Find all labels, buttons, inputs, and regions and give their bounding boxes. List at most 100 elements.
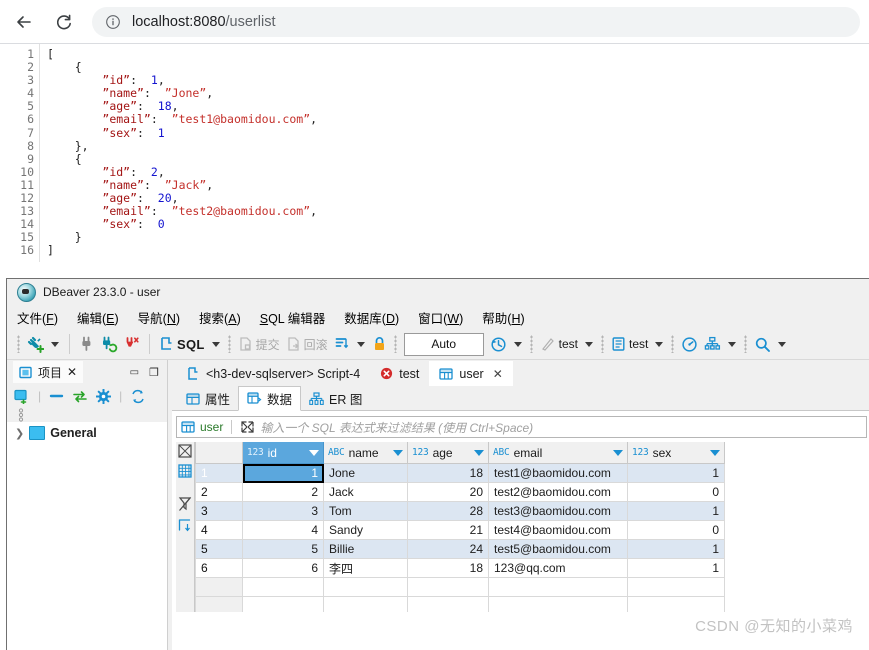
url-text[interactable]: localhost:8080/userlist — [132, 14, 275, 30]
toolbar-grip-5[interactable] — [601, 335, 604, 353]
connection-caret-icon[interactable] — [585, 341, 593, 347]
menu-item[interactable]: 搜索(A) — [199, 308, 241, 327]
collapse-all-icon[interactable] — [49, 390, 64, 402]
table-row[interactable]: 4 4 Sandy 21 test4@baomidou.com 0 — [195, 520, 725, 540]
link-editor-icon[interactable] — [72, 390, 88, 403]
column-header-sex[interactable]: 123 sex — [627, 442, 725, 464]
column-header-email[interactable]: ABC email — [488, 442, 628, 464]
transaction-mode-button[interactable] — [331, 333, 353, 355]
cell-id[interactable]: 1 — [242, 463, 324, 483]
cell-email[interactable]: test1@baomidou.com — [488, 463, 628, 483]
active-connection-selector[interactable]: test — [537, 333, 581, 355]
chevron-right-icon[interactable]: ❯ — [15, 427, 24, 440]
address-bar[interactable]: localhost:8080/userlist — [92, 6, 860, 37]
reconnect-button[interactable] — [98, 333, 121, 355]
menu-item[interactable]: 窗口(W) — [418, 308, 463, 327]
cell-age[interactable]: 20 — [407, 482, 489, 502]
sql-editor-button[interactable]: SQL — [156, 333, 208, 355]
chevron-down-icon[interactable] — [474, 449, 484, 456]
cell-age[interactable]: 18 — [407, 463, 489, 483]
cell-email[interactable]: test4@baomidou.com — [488, 520, 628, 540]
query-history-button[interactable] — [487, 333, 510, 355]
menu-item[interactable]: SQL 编辑器 — [260, 308, 326, 327]
transaction-lock-button[interactable] — [369, 333, 390, 355]
menu-item[interactable]: 数据库(D) — [344, 308, 399, 327]
filter-bar[interactable]: user 输入一个 SQL 表达式来过滤结果 (使用 Ctrl+Space) — [176, 416, 867, 438]
cell-sex[interactable]: 1 — [627, 558, 725, 578]
schema-caret-icon[interactable] — [728, 341, 737, 347]
expand-icon[interactable] — [240, 420, 255, 434]
filter-off-icon[interactable] — [178, 496, 192, 512]
record-presentation-icon[interactable] — [178, 464, 192, 478]
cell-id[interactable]: 6 — [242, 558, 324, 578]
filter-input[interactable]: 输入一个 SQL 表达式来过滤结果 (使用 Ctrl+Space) — [260, 419, 533, 436]
back-button[interactable] — [8, 6, 40, 38]
row-number[interactable]: 2 — [195, 482, 243, 502]
tab-projects[interactable]: 项目 ✕ — [13, 361, 84, 383]
chevron-down-icon[interactable] — [710, 449, 720, 456]
new-project-icon[interactable] — [14, 389, 30, 404]
cell-id[interactable]: 3 — [242, 501, 324, 521]
close-icon[interactable]: ✕ — [67, 365, 77, 379]
new-connection-button[interactable] — [24, 333, 47, 355]
cell-sex[interactable]: 1 — [627, 539, 725, 559]
menu-item[interactable]: 编辑(E) — [77, 308, 119, 327]
row-number[interactable]: 6 — [195, 558, 243, 578]
toolbar-grip-4[interactable] — [529, 335, 533, 353]
cell-name[interactable]: 李四 — [323, 558, 408, 578]
cell-name[interactable]: Tom — [323, 501, 408, 521]
toolbar-grip-2[interactable] — [227, 335, 231, 353]
table-row[interactable]: 5 5 Billie 24 test5@baomidou.com 1 — [195, 539, 725, 559]
transaction-caret-icon[interactable] — [356, 341, 365, 347]
table-row[interactable]: 6 6 李四 18 123@qq.com 1 — [195, 558, 725, 578]
column-header-id[interactable]: 123 id — [242, 442, 324, 464]
tree-node-general[interactable]: ❯ General — [7, 422, 167, 444]
close-icon[interactable]: ✕ — [493, 367, 503, 381]
chevron-down-icon[interactable] — [393, 449, 403, 456]
editor-tab-1[interactable]: <h3-dev-sqlserver> Script-4 — [176, 361, 371, 386]
column-order-icon[interactable] — [178, 518, 192, 533]
table-row[interactable]: 1 1 Jone 18 test1@baomidou.com 1 — [195, 463, 725, 483]
menu-item[interactable]: 文件(F) — [17, 308, 58, 327]
cell-age[interactable]: 24 — [407, 539, 489, 559]
panel-drag-handle[interactable] — [7, 408, 167, 422]
cell-name[interactable]: Jack — [323, 482, 408, 502]
editor-tab-3[interactable]: user ✕ — [429, 361, 513, 386]
grid-canvas[interactable]: 123 id ABC name 123 age ABC email 123 sex 1 1 Jone 1… — [195, 442, 869, 612]
cell-id[interactable]: 5 — [242, 539, 324, 559]
schema-compare-button[interactable] — [701, 333, 724, 355]
disconnect-button[interactable] — [76, 333, 98, 355]
cell-sex[interactable]: 0 — [627, 482, 725, 502]
row-number[interactable]: 5 — [195, 539, 243, 559]
menu-item[interactable]: 帮助(H) — [482, 308, 524, 327]
new-connection-caret-icon[interactable] — [51, 341, 59, 347]
toolbar-grip[interactable] — [17, 335, 20, 353]
minimize-icon[interactable]: ▭ — [130, 367, 139, 378]
row-number[interactable]: 4 — [195, 520, 243, 540]
table-row[interactable]: 3 3 Tom 28 test3@baomidou.com 1 — [195, 501, 725, 521]
cell-id[interactable]: 2 — [242, 482, 324, 502]
cell-age[interactable]: 18 — [407, 558, 489, 578]
refresh-icon[interactable] — [130, 389, 146, 404]
sub-tab-2[interactable]: 数据 — [238, 386, 302, 411]
cell-age[interactable]: 28 — [407, 501, 489, 521]
chevron-down-icon[interactable] — [613, 449, 623, 456]
toolbar-grip-3[interactable] — [393, 335, 397, 353]
editor-tab-2[interactable]: test — [370, 361, 430, 386]
site-info-icon[interactable] — [100, 9, 126, 35]
cell-sex[interactable]: 1 — [627, 463, 725, 483]
cell-sex[interactable]: 1 — [627, 501, 725, 521]
search-caret-icon[interactable] — [778, 341, 787, 347]
row-number[interactable]: 3 — [195, 501, 243, 521]
disconnect-all-button[interactable] — [121, 333, 143, 355]
dashboard-button[interactable] — [678, 333, 701, 355]
grid-presentation-icon[interactable] — [178, 444, 192, 458]
cell-email[interactable]: test3@baomidou.com — [488, 501, 628, 521]
database-caret-icon[interactable] — [655, 341, 664, 347]
table-row[interactable]: 2 2 Jack 20 test2@baomidou.com 0 — [195, 482, 725, 502]
cell-id[interactable]: 4 — [242, 520, 324, 540]
cell-sex[interactable]: 0 — [627, 520, 725, 540]
sub-tab-3[interactable]: ER 图 — [301, 387, 370, 410]
toolbar-grip-6[interactable] — [671, 335, 675, 353]
cell-name[interactable]: Jone — [323, 463, 408, 483]
